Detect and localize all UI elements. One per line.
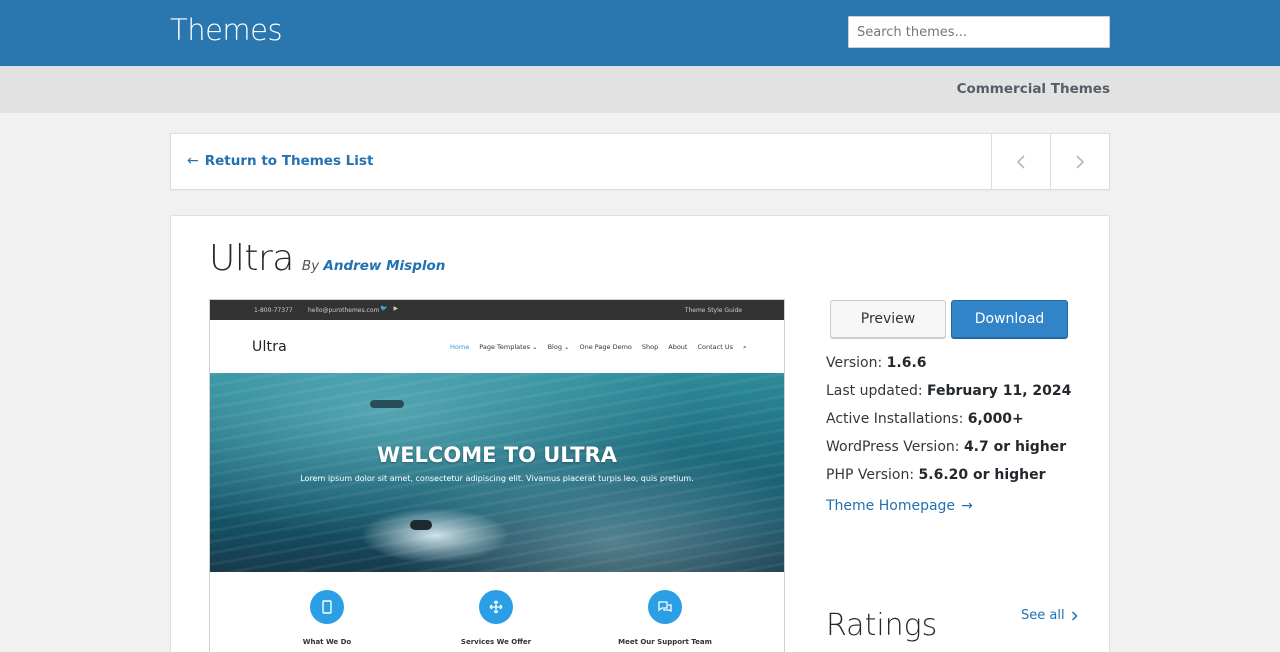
updated-label: Last updated: (826, 383, 923, 399)
search-icon: ⌕ (742, 343, 747, 351)
theme-navigation: ← Return to Themes List (170, 133, 1110, 190)
screenshot-menu-item: Contact Us (697, 343, 733, 351)
php-version-label: PHP Version: (826, 467, 915, 483)
theme-actions: Preview Download (830, 300, 1068, 338)
version-value: 1.6.6 (886, 355, 927, 371)
feature-item: Meet Our Support Team (605, 590, 725, 646)
preview-button[interactable]: Preview (830, 300, 946, 338)
swimmer-figure (370, 400, 404, 408)
feature-item: Services We Offer (436, 590, 556, 646)
screenshot-logo: Ultra (252, 339, 287, 355)
screenshot-hero: WELCOME TO ULTRA Lorem ipsum dolor sit a… (210, 373, 784, 572)
screenshot-email: hello@purothemes.com (308, 307, 380, 314)
theme-meta: Version: 1.6.6 Last updated: February 11… (826, 352, 1071, 520)
version-label: Version: (826, 355, 883, 371)
screenshot-menu-item: About (668, 343, 688, 351)
theme-details-card: Ultra By Andrew Misplon 1-800-77377 hell… (170, 215, 1110, 652)
feature-label: Meet Our Support Team (618, 638, 712, 646)
arrow-right-icon: → (961, 498, 973, 514)
screenshot-social-icons: 🐦 ▶ (380, 305, 398, 312)
screenshot-menu-item: Shop (641, 343, 659, 351)
theme-name: Ultra (209, 238, 294, 279)
see-all-label: See all (1021, 608, 1065, 623)
move-icon (479, 590, 513, 624)
search-input[interactable] (848, 16, 1110, 48)
version-row: Version: 1.6.6 (826, 352, 1071, 380)
author-link[interactable]: Andrew Misplon (323, 258, 445, 274)
installs-value: 6,000+ (967, 411, 1024, 427)
sub-navigation: Commercial Themes (0, 66, 1280, 113)
feature-label: What We Do (302, 638, 352, 646)
twitter-icon: 🐦 (380, 305, 388, 312)
homepage-label: Theme Homepage (826, 498, 956, 514)
chat-icon (648, 590, 682, 624)
screenshot-menu-item: Page Templates ⌄ (479, 343, 538, 351)
wave-foam (360, 508, 510, 563)
screenshot-site-header: Ultra Home Page Templates ⌄ Blog ⌄ One P… (210, 320, 784, 373)
theme-heading: Ultra By Andrew Misplon (209, 238, 445, 279)
next-theme-button[interactable] (1050, 134, 1109, 189)
screenshot-features: What We Do Services We Offer Meet Our Su… (210, 572, 784, 652)
installs-label: Active Installations: (826, 411, 964, 427)
theme-homepage-link[interactable]: Theme Homepage → (826, 492, 1071, 520)
updated-value: February 11, 2024 (927, 383, 1072, 399)
php-version-value: 5.6.20 or higher (918, 467, 1046, 483)
youtube-icon: ▶ (393, 305, 399, 312)
theme-screenshot: 1-800-77377 hello@purothemes.com 🐦 ▶ The… (209, 299, 785, 652)
wp-version-row: WordPress Version: 4.7 or higher (826, 436, 1071, 464)
php-version-row: PHP Version: 5.6.20 or higher (826, 464, 1071, 492)
page-title: Themes (170, 13, 283, 47)
feature-item: What We Do (267, 590, 387, 646)
chevron-left-icon (1016, 154, 1025, 169)
screenshot-menu-item: One Page Demo (579, 343, 632, 351)
return-label: Return to Themes List (204, 153, 374, 169)
site-header: Themes (0, 0, 1280, 66)
wp-version-value: 4.7 or higher (963, 439, 1067, 455)
chevron-right-icon (1076, 154, 1085, 169)
tablet-icon (310, 590, 344, 624)
hero-title: WELCOME TO ULTRA (377, 443, 617, 467)
see-all-ratings-link[interactable]: See all (1021, 608, 1078, 623)
chevron-right-icon (1071, 610, 1078, 621)
commercial-themes-link[interactable]: Commercial Themes (957, 81, 1110, 97)
screenshot-phone: 1-800-77377 (254, 307, 293, 314)
screenshot-menu-item: Blog ⌄ (547, 343, 570, 351)
wp-version-label: WordPress Version: (826, 439, 960, 455)
hero-text: Lorem ipsum dolor sit amet, consectetur … (300, 474, 694, 483)
screenshot-menu: Home Page Templates ⌄ Blog ⌄ One Page De… (450, 343, 747, 352)
screenshot-menu-item: Home (450, 343, 470, 351)
download-button[interactable]: Download (951, 300, 1068, 338)
surfer-figure (410, 520, 432, 530)
screenshot-topbar: 1-800-77377 hello@purothemes.com 🐦 ▶ The… (210, 300, 784, 320)
arrow-left-icon: ← (187, 153, 199, 169)
return-to-themes-link[interactable]: ← Return to Themes List (187, 153, 373, 169)
feature-label: Services We Offer (460, 638, 532, 646)
updated-row: Last updated: February 11, 2024 (826, 380, 1071, 408)
theme-byline: By Andrew Misplon (302, 258, 446, 274)
ratings-heading: Ratings (826, 608, 938, 643)
screenshot-style-guide: Theme Style Guide (684, 307, 742, 314)
installs-row: Active Installations: 6,000+ (826, 408, 1071, 436)
previous-theme-button[interactable] (991, 134, 1050, 189)
by-label: By (301, 258, 320, 274)
